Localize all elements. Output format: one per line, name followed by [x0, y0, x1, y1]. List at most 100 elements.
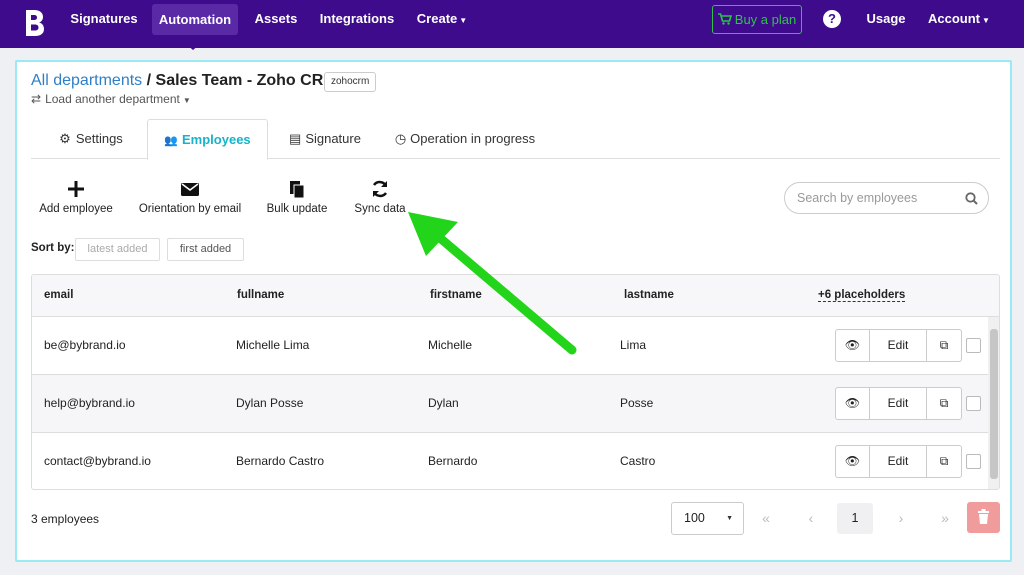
sync-data-label: Sync data: [354, 203, 406, 215]
row-actions: 👁 Edit ⧉: [835, 445, 962, 478]
table-row: contact@bybrand.io Bernardo Castro Berna…: [32, 433, 999, 489]
column-email[interactable]: email: [44, 289, 73, 301]
placeholders-toggle[interactable]: +6 placeholders: [818, 289, 906, 302]
breadcrumb: All departments / Sales Team - Zoho CRM: [31, 72, 337, 90]
nav-integrations[interactable]: Integrations: [318, 0, 396, 36]
buy-plan-label: Buy a plan: [734, 12, 797, 27]
nav-create-label: Create: [416, 11, 458, 26]
all-departments-link[interactable]: All departments: [31, 72, 142, 89]
table-row: be@bybrand.io Michelle Lima Michelle Lim…: [32, 317, 999, 375]
table-header: email fullname firstname lastname +6 pla…: [32, 275, 999, 317]
caret-down-icon: ▼: [182, 96, 191, 105]
active-nav-caret: [186, 44, 200, 50]
integration-tag: zohocrm: [324, 72, 377, 92]
last-page-icon[interactable]: »: [927, 503, 963, 534]
search-placeholder: Search by employees: [797, 191, 918, 205]
tab-operation-label: Operation in progress: [410, 131, 536, 146]
duplicate-icon[interactable]: ⧉: [927, 388, 961, 419]
clock-icon: ◷: [394, 131, 407, 146]
envelope-icon: [181, 183, 199, 196]
search-employees-input[interactable]: Search by employees: [784, 182, 989, 214]
sort-first-added-button[interactable]: first added: [167, 238, 244, 261]
cell-fullname: Dylan Posse: [236, 396, 304, 410]
row-checkbox[interactable]: [966, 454, 981, 469]
row-checkbox[interactable]: [966, 396, 981, 411]
users-icon: 👥: [164, 135, 179, 147]
caret-down-icon: ▼: [982, 16, 990, 25]
next-page-icon[interactable]: ›: [883, 503, 919, 534]
load-department-dropdown[interactable]: ⇄ Load another department ▼: [31, 92, 191, 106]
load-department-label: Load another department: [45, 92, 180, 106]
employees-table: email fullname firstname lastname +6 pla…: [31, 274, 1000, 490]
cell-email: be@bybrand.io: [44, 338, 126, 352]
employee-count: 3 employees: [31, 512, 100, 526]
retweet-icon: ⇄: [31, 92, 42, 106]
tab-bar: ⚙ Settings 👥 Employees ▤ Signature ◷ Operati…: [31, 119, 1000, 160]
page-number-current[interactable]: 1: [837, 503, 873, 534]
edit-button[interactable]: Edit: [870, 330, 927, 361]
nav-signatures[interactable]: Signatures: [68, 0, 140, 36]
cell-firstname: Michelle: [428, 338, 473, 352]
column-firstname[interactable]: firstname: [430, 289, 482, 301]
bulk-update-button[interactable]: Bulk update: [265, 179, 329, 215]
search-icon: [965, 192, 978, 205]
nav-create[interactable]: Create ▼: [414, 0, 470, 36]
tab-settings[interactable]: ⚙ Settings: [49, 119, 133, 159]
tab-operation-in-progress[interactable]: ◷ Operation in progress: [385, 119, 545, 159]
cell-fullname: Bernardo Castro: [236, 454, 325, 468]
cell-fullname: Michelle Lima: [236, 338, 310, 352]
caret-down-icon: ▼: [459, 16, 468, 25]
nav-automation[interactable]: Automation: [152, 4, 238, 35]
bybrand-logo[interactable]: [24, 8, 46, 38]
sync-icon: [372, 180, 388, 198]
tab-employees-label: Employees: [182, 132, 251, 147]
trash-icon: [978, 509, 989, 524]
first-page-icon[interactable]: «: [748, 503, 784, 534]
orientation-by-email-label: Orientation by email: [138, 203, 242, 215]
duplicate-icon[interactable]: ⧉: [927, 330, 961, 361]
top-navbar: Signatures Automation Assets Integration…: [0, 0, 1024, 50]
table-row: help@bybrand.io Dylan Posse Dylan Posse …: [32, 375, 999, 433]
cell-lastname: Posse: [620, 396, 654, 410]
cell-lastname: Castro: [620, 454, 656, 468]
edit-button[interactable]: Edit: [870, 388, 927, 419]
cell-email: contact@bybrand.io: [44, 454, 151, 468]
id-card-icon: ▤: [289, 131, 302, 146]
breadcrumb-current: / Sales Team - Zoho CRM: [146, 72, 337, 89]
eye-icon[interactable]: 👁: [836, 330, 870, 361]
nav-account[interactable]: Account ▼: [928, 0, 990, 36]
row-actions: 👁 Edit ⧉: [835, 329, 962, 362]
help-icon[interactable]: ?: [823, 10, 841, 28]
cell-lastname: Lima: [620, 338, 647, 352]
department-card: All departments / Sales Team - Zoho CRM …: [15, 60, 1012, 562]
add-employee-button[interactable]: Add employee: [37, 179, 115, 215]
row-actions: 👁 Edit ⧉: [835, 387, 962, 420]
gear-icon: ⚙: [59, 131, 71, 146]
column-lastname[interactable]: lastname: [624, 289, 674, 301]
prev-page-icon[interactable]: ‹: [793, 503, 829, 534]
column-fullname[interactable]: fullname: [237, 289, 284, 301]
tab-settings-label: Settings: [75, 131, 123, 146]
sort-by-label: Sort by:: [31, 242, 75, 254]
nav-assets[interactable]: Assets: [250, 0, 302, 36]
duplicate-icon[interactable]: ⧉: [927, 446, 961, 477]
per-page-value: 100: [684, 511, 705, 525]
tab-signature[interactable]: ▤ Signature: [281, 119, 369, 159]
orientation-by-email-button[interactable]: Orientation by email: [137, 179, 243, 215]
eye-icon[interactable]: 👁: [836, 388, 870, 419]
add-employee-label: Add employee: [39, 203, 113, 215]
eye-icon[interactable]: 👁: [836, 446, 870, 477]
edit-button[interactable]: Edit: [870, 446, 927, 477]
row-checkbox[interactable]: [966, 338, 981, 353]
nav-account-label: Account: [928, 11, 980, 26]
cell-email: help@bybrand.io: [44, 396, 135, 410]
table-scrollbar-thumb[interactable]: [990, 329, 998, 479]
delete-button[interactable]: [967, 502, 1000, 533]
caret-down-icon: ▼: [726, 515, 733, 522]
per-page-select[interactable]: 100 ▼: [671, 502, 744, 535]
nav-usage[interactable]: Usage: [864, 0, 908, 36]
buy-plan-button[interactable]: Buy a plan: [712, 5, 802, 34]
sort-latest-added-button[interactable]: latest added: [75, 238, 160, 261]
tab-employees[interactable]: 👥 Employees: [147, 119, 268, 160]
sync-data-button[interactable]: Sync data: [351, 179, 409, 215]
